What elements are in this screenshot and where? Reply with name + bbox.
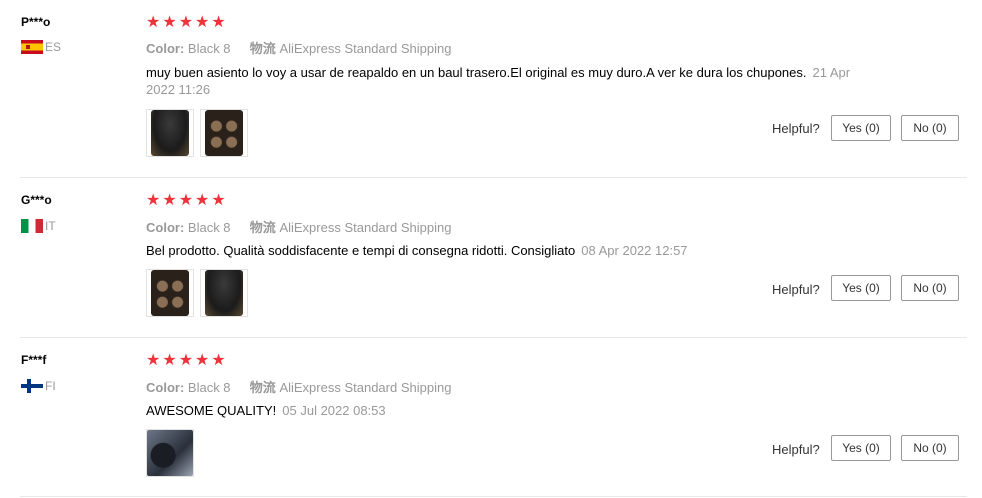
shipping-value: AliExpress Standard Shipping xyxy=(279,380,452,395)
star-icon: ★ xyxy=(178,352,194,369)
color-label: Color: xyxy=(146,220,185,235)
helpful-label: Helpful? xyxy=(772,442,820,457)
shipping-label: 物流 xyxy=(249,41,276,56)
star-icon: ★ xyxy=(146,192,161,209)
helpful-yes-button[interactable]: Yes (0) xyxy=(831,275,891,301)
review-date: 08 Apr 2022 12:57 xyxy=(581,243,688,258)
review-photos xyxy=(146,269,248,317)
suction-cups-photo xyxy=(205,110,243,156)
helpful-no-button[interactable]: No (0) xyxy=(901,115,959,141)
star-icon: ★ xyxy=(146,14,161,31)
star-icon: ★ xyxy=(211,352,226,369)
motorcycle-photo xyxy=(147,430,193,476)
review-text: AWESOME QUALITY! 05 Jul 2022 08:53 xyxy=(146,402,866,419)
shipping-value: AliExpress Standard Shipping xyxy=(279,41,452,56)
review-photo-thumbnail[interactable] xyxy=(200,269,248,317)
color-label: Color: xyxy=(146,41,185,56)
country-code: ES xyxy=(45,40,62,54)
star-icon: ★ xyxy=(195,192,210,209)
review-text: Bel prodotto. Qualità soddisfacente e te… xyxy=(146,242,866,259)
reviewer-country: FI xyxy=(21,379,56,393)
shipping-value: AliExpress Standard Shipping xyxy=(279,220,452,235)
country-code: FI xyxy=(45,379,56,393)
review-body: Bel prodotto. Qualità soddisfacente e te… xyxy=(146,243,576,258)
star-icon: ★ xyxy=(195,14,210,31)
star-rating: ★ ★ ★ ★ ★ xyxy=(146,353,226,369)
color-value: Black 8 xyxy=(187,220,231,235)
review-date: 05 Jul 2022 08:53 xyxy=(282,403,386,418)
star-icon: ★ xyxy=(211,192,226,209)
review-photo-thumbnail[interactable] xyxy=(146,269,194,317)
star-rating: ★ ★ ★ ★ ★ xyxy=(146,15,226,31)
review-text: muy buen asiento lo voy a usar de reapal… xyxy=(146,64,866,98)
reviewer-name: P***o xyxy=(21,15,51,29)
color-value: Black 8 xyxy=(187,41,231,56)
review-divider xyxy=(20,177,967,178)
helpful-yes-button[interactable]: Yes (0) xyxy=(831,435,891,461)
helpful-label: Helpful? xyxy=(772,121,820,136)
shipping-label: 物流 xyxy=(249,220,276,235)
review-divider xyxy=(20,496,967,497)
finland-flag-icon xyxy=(21,379,43,393)
review-meta: Color: Black 8 物流 AliExpress Standard Sh… xyxy=(146,217,451,236)
seat-photo xyxy=(205,270,243,316)
helpful-label: Helpful? xyxy=(772,282,820,297)
review-photo-thumbnail[interactable] xyxy=(200,109,248,157)
country-code: IT xyxy=(45,219,56,233)
color-value: Black 8 xyxy=(187,380,231,395)
review-meta: Color: Black 8 物流 AliExpress Standard Sh… xyxy=(146,377,451,396)
review-photos xyxy=(146,109,248,157)
helpful-no-button[interactable]: No (0) xyxy=(901,275,959,301)
star-icon: ★ xyxy=(178,14,194,31)
star-icon: ★ xyxy=(162,352,177,369)
seat-photo xyxy=(151,110,189,156)
review-photos xyxy=(146,429,194,477)
review-body: muy buen asiento lo voy a usar de reapal… xyxy=(146,65,807,80)
helpful-yes-button[interactable]: Yes (0) xyxy=(831,115,891,141)
review-divider xyxy=(20,337,967,338)
review-photo-thumbnail[interactable] xyxy=(146,429,194,477)
star-icon: ★ xyxy=(195,352,210,369)
helpful-no-button[interactable]: No (0) xyxy=(901,435,959,461)
review-body: AWESOME QUALITY! xyxy=(146,403,277,418)
star-icon: ★ xyxy=(178,192,194,209)
shipping-label: 物流 xyxy=(249,380,276,395)
star-icon: ★ xyxy=(211,14,226,31)
star-rating: ★ ★ ★ ★ ★ xyxy=(146,193,226,209)
review-photo-thumbnail[interactable] xyxy=(146,109,194,157)
star-icon: ★ xyxy=(162,192,177,209)
color-label: Color: xyxy=(146,380,185,395)
star-icon: ★ xyxy=(146,352,161,369)
italy-flag-icon xyxy=(21,219,43,233)
review-meta: Color: Black 8 物流 AliExpress Standard Sh… xyxy=(146,38,451,57)
reviewer-country: IT xyxy=(21,219,56,233)
spain-flag-icon xyxy=(21,40,43,54)
reviewer-name: G***o xyxy=(21,193,52,207)
reviewer-country: ES xyxy=(21,40,61,54)
star-icon: ★ xyxy=(162,14,177,31)
suction-cups-photo xyxy=(151,270,189,316)
reviewer-name: F***f xyxy=(21,353,47,367)
